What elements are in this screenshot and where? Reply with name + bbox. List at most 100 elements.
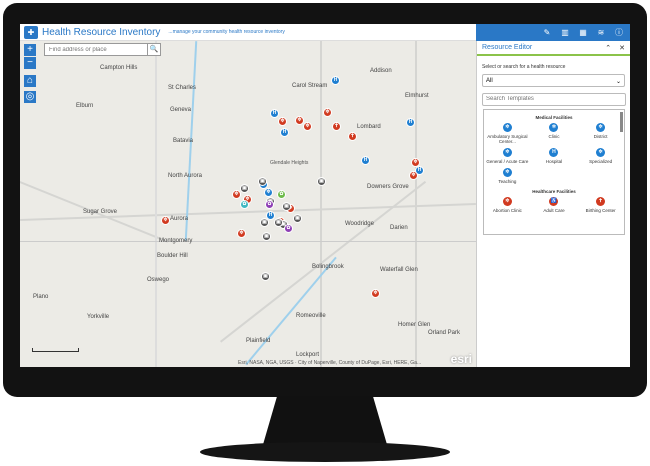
healthcare-marker[interactable]: ✲ [409,171,418,180]
template-item[interactable]: H Hospital [531,147,578,164]
other-marker[interactable]: ▣ [262,232,271,241]
scale-bar [32,348,79,352]
panel-description: Select or search for a health resource [482,64,566,70]
collapse-icon[interactable]: ⌃ [605,44,611,52]
template-label: Abortion Clinic [492,207,522,213]
healthcare-marker[interactable]: ✲ [411,158,420,167]
template-label: General / Acute Care [486,158,529,164]
template-item[interactable]: ✲ Teaching [484,167,531,184]
building-icon[interactable]: ▥ [560,28,570,37]
address-search-input[interactable] [45,44,147,55]
template-section-title: Medical Facilities [535,114,573,120]
template-item[interactable]: ✲ Specialized [577,147,624,164]
template-item[interactable]: ♿ Adult Care [531,196,578,213]
other-marker[interactable]: ▣ [282,202,291,211]
place-label: Woodridge [345,221,374,227]
healthcare-marker[interactable]: ✲ [303,122,312,131]
place-label: Sugar Grove [83,209,118,215]
template-item[interactable]: ✲ Clinic [531,122,578,144]
healthcare-marker[interactable]: ✝ [332,122,341,131]
grid-icon[interactable]: ▦ [578,28,588,37]
place-label: North Aurora [168,173,203,179]
hospital-marker[interactable]: H [280,128,289,137]
home-button[interactable]: ⌂ [24,75,36,87]
other-marker[interactable]: ▣ [260,218,269,227]
template-icon: ✲ [502,122,512,132]
other-marker[interactable]: ▣ [317,177,326,186]
template-label: Clinic [548,133,560,139]
place-label: Orland Park [428,330,461,336]
template-icon: ♿ [549,196,559,206]
locate-button[interactable]: ◎ [24,91,36,103]
place-label: Bolingbrook [312,264,344,270]
map-view[interactable]: 🔍 + − ⌂ ◎ Campton Hills St Charles Elburn G… [20,41,476,367]
hospital-marker[interactable]: H [270,109,279,118]
template-item[interactable]: ✲ District [577,122,624,144]
close-icon[interactable]: ✕ [619,44,625,52]
template-label: Hospital [545,158,563,164]
scrollbar[interactable] [620,111,623,132]
template-item[interactable]: ✝ Birthing Center [577,196,624,213]
app-logo-icon: ✚ [24,25,38,39]
template-label: Birthing Center [585,207,616,213]
green-marker[interactable]: ✿ [277,190,286,199]
healthcare-marker[interactable]: ✲ [161,216,170,225]
healthcare-marker[interactable]: ✲ [371,289,380,298]
place-label: Carol Stream [292,83,328,89]
healthcare-marker[interactable]: ✲ [237,229,246,238]
filter-value: All [486,78,493,84]
healthcare-marker[interactable]: ✲ [278,117,287,126]
place-label: Lockport [296,352,320,358]
place-label: Glendale Heights [270,160,309,166]
healthcare-marker[interactable]: ✲ [323,108,332,117]
place-label: Plainfield [246,338,271,344]
hospital-marker[interactable]: H [331,76,340,85]
template-icon: ✲ [502,147,512,157]
purple-marker[interactable]: ✿ [265,200,274,209]
template-icon: ✲ [549,122,559,132]
info-icon[interactable]: ⓘ [614,27,624,38]
teal-marker[interactable]: ✿ [240,200,249,209]
place-label: St Charles [168,85,197,91]
toolbar: ✎ ▥ ▦ ≋ ⓘ [476,24,630,41]
zoom-out-button[interactable]: − [24,57,36,69]
panel-header: Resource Editor ⌃ ✕ [477,41,630,56]
other-marker[interactable]: ▣ [261,272,270,281]
place-label: Romeoville [296,313,326,319]
place-label: Yorkville [87,314,110,320]
place-label: Aurora [170,216,189,222]
edit-pin-icon[interactable]: ✎ [542,28,552,37]
panel-title: Resource Editor [482,44,533,51]
other-marker[interactable]: ▣ [274,218,283,227]
other-marker[interactable]: ▣ [240,184,249,193]
place-label: Lombard [357,124,381,130]
template-item[interactable]: ✲ General / Acute Care [484,147,531,164]
app-subtitle: ...manage your community health resource… [168,29,285,35]
healthcare-marker[interactable]: ✲ [232,190,241,199]
template-label: Teaching [498,178,517,184]
address-search[interactable]: 🔍 [44,43,161,56]
zoom-in-button[interactable]: + [24,44,36,56]
monitor-stand-base [200,442,450,462]
hospital-marker[interactable]: H [361,156,370,165]
place-label: Montgomery [159,238,193,244]
template-label: Specialized [589,158,613,164]
template-item[interactable]: ✲ Ambulatory Surgical Center... [484,122,531,144]
template-label: District [593,133,608,139]
template-item[interactable]: ✲ Abortion Clinic [484,196,531,213]
place-label: Elburn [76,103,94,109]
template-section-title: Healthcare Facilities [532,188,576,194]
healthcare-marker[interactable]: ✝ [348,132,357,141]
filter-select[interactable]: All ⌄ [482,74,625,87]
template-search-input[interactable] [482,92,626,106]
other-marker[interactable]: ▣ [293,214,302,223]
template-label: Adult Care [543,207,565,213]
template-icon: H [549,147,559,157]
hospital-marker[interactable]: H [406,118,415,127]
place-label: Darien [390,225,408,231]
hospital-marker[interactable]: ✲ [264,188,273,197]
search-icon[interactable]: 🔍 [147,44,160,55]
other-marker[interactable]: ▣ [258,177,267,186]
layers-icon[interactable]: ≋ [596,28,606,37]
purple-marker[interactable]: ✿ [284,224,293,233]
